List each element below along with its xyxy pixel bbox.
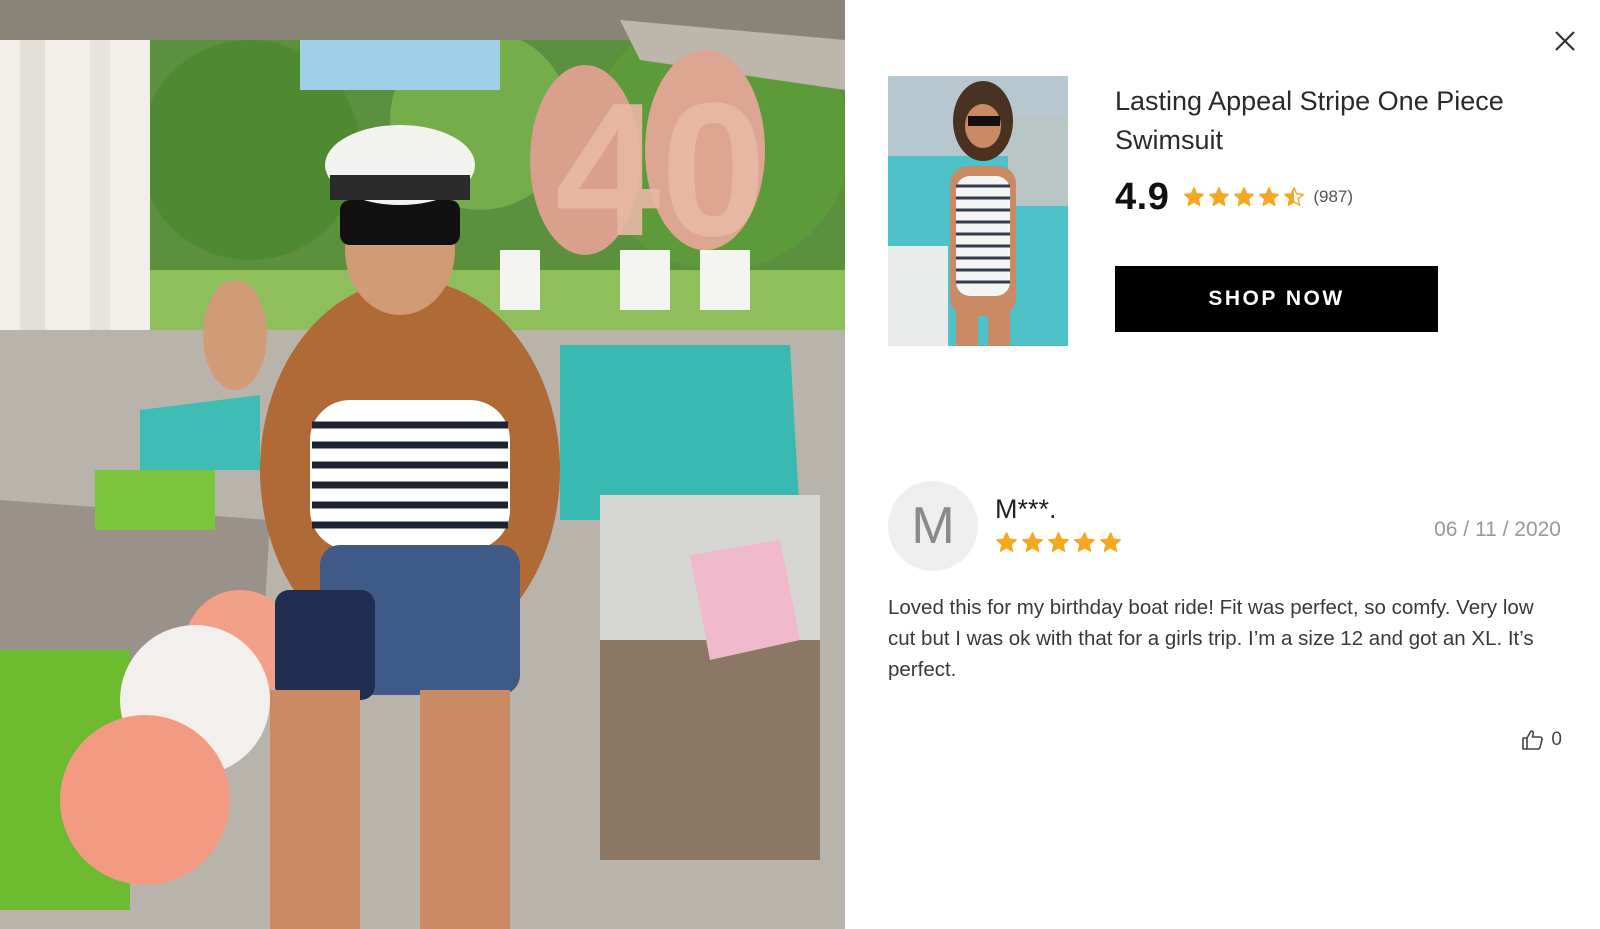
product-rating: 4.9 (987): [1115, 175, 1353, 218]
star-icon: [1284, 187, 1305, 206]
star-icon: [1048, 532, 1069, 552]
product-image-illustration: [888, 76, 1068, 346]
product-title[interactable]: Lasting Appeal Stripe One Piece Swimsuit: [1115, 82, 1555, 160]
thumbs-up-icon: [1522, 730, 1544, 750]
like-button[interactable]: 0: [1521, 728, 1562, 752]
like-count: 0: [1551, 729, 1562, 750]
customer-photo: 40: [0, 0, 845, 929]
star-icon: [1209, 187, 1230, 206]
review-text: Loved this for my birthday boat ride! Fi…: [888, 596, 1534, 681]
balloon-number: 40: [555, 64, 766, 276]
star-icon: [996, 532, 1017, 552]
product-image[interactable]: [888, 76, 1068, 346]
review-count[interactable]: (987): [1313, 187, 1353, 207]
reviewer-name: M***.: [995, 494, 1057, 524]
star-icon: [1259, 187, 1280, 206]
shop-now-button[interactable]: SHOP NOW: [1115, 266, 1438, 332]
close-icon: [1555, 31, 1575, 51]
star-icon: [1022, 532, 1043, 552]
rating-value: 4.9: [1115, 175, 1170, 218]
customer-photo-illustration: 40: [0, 0, 845, 929]
star-icon: [1074, 532, 1095, 552]
star-icon: [1184, 187, 1205, 206]
star-icon: [1234, 187, 1255, 206]
star-icon: [1100, 532, 1121, 552]
review-date: 06 / 11 / 2020: [1434, 518, 1561, 541]
review-stars: [995, 531, 1125, 554]
rating-stars: [1183, 186, 1308, 208]
reviewer-avatar: M: [888, 481, 978, 571]
close-button[interactable]: [1550, 26, 1580, 56]
